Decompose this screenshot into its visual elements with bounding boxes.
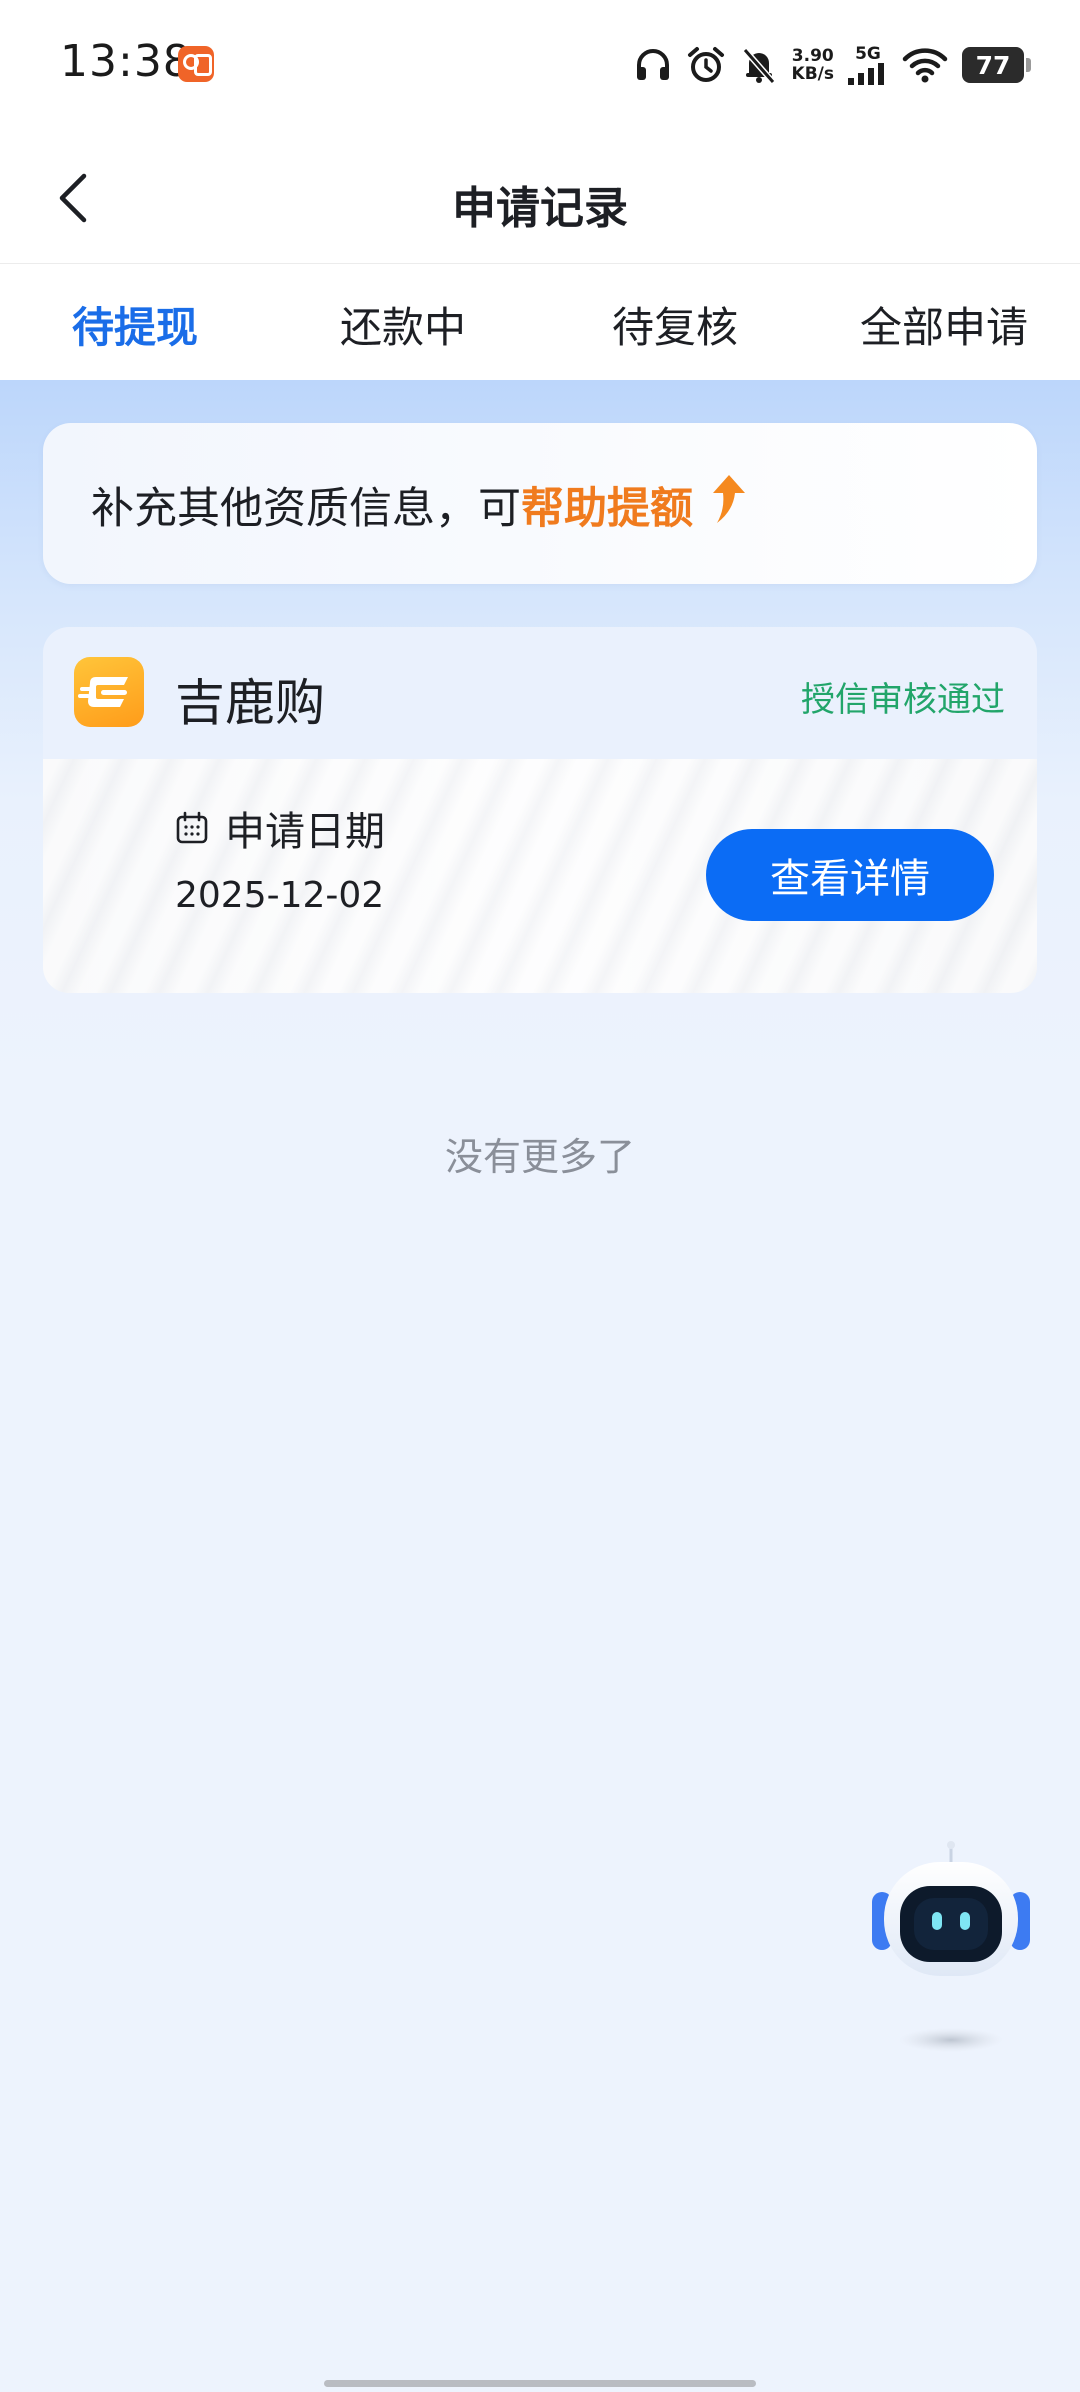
promo-highlight: 帮助提额 <box>521 483 693 534</box>
calendar-icon <box>176 811 208 844</box>
assistant-robot-button[interactable] <box>866 1836 1036 2056</box>
app-name: 吉鹿购 <box>175 674 325 732</box>
robot-icon <box>872 1841 1030 2052</box>
date-label-row: 申请日期 <box>175 799 385 857</box>
nav-header: 申请记录 <box>0 132 1080 264</box>
tab-repaying[interactable]: 还款中 <box>340 294 466 355</box>
network-speed: 3.90 KB/s <box>792 47 834 83</box>
network-speed-value: 3.90 <box>791 46 834 66</box>
page-title: 申请记录 <box>452 183 628 234</box>
promo-text-row: 补充其他资质信息，可 帮助提额 <box>91 473 747 536</box>
wifi-icon <box>902 46 948 84</box>
tab-all-applications[interactable]: 全部申请 <box>860 294 1028 355</box>
network-speed-unit: KB/s <box>791 64 834 84</box>
signal-bars-icon <box>848 63 884 85</box>
mute-bell-icon <box>740 45 778 85</box>
tab-pending-review[interactable]: 待复核 <box>612 294 738 355</box>
card-body: 申请日期 2025-12-02 查看详情 <box>43 759 1037 993</box>
status-bar: 13:38 3.90 KB/s 5G 77 <box>0 0 1080 132</box>
card-header: 吉鹿购 授信审核通过 <box>43 627 1037 759</box>
status-badge: 授信审核通过 <box>801 680 1005 720</box>
battery-icon: 77 <box>962 47 1031 83</box>
tab-bar: 待提现 还款中 待复核 全部申请 <box>0 264 1080 380</box>
signal-indicator: 5G <box>848 45 888 85</box>
status-icons: 3.90 KB/s 5G 77 <box>634 40 1031 90</box>
view-details-button[interactable]: 查看详情 <box>706 829 994 921</box>
alarm-icon <box>686 45 726 85</box>
home-indicator[interactable] <box>324 2380 756 2387</box>
app-logo <box>74 657 144 727</box>
application-record-card: 吉鹿购 授信审核通过 申请日期 2025-12-02 查看详情 <box>43 627 1037 993</box>
tab-pending-withdrawal[interactable]: 待提现 <box>72 294 198 355</box>
arrow-up-icon <box>703 473 747 536</box>
promo-text: 补充其他资质信息，可 <box>91 483 521 534</box>
notification-app-icon <box>178 46 214 82</box>
promo-banner[interactable]: 补充其他资质信息，可 帮助提额 <box>43 423 1037 584</box>
date-label: 申请日期 <box>225 809 385 855</box>
headphones-icon <box>634 46 672 84</box>
status-time: 13:38 <box>60 36 192 87</box>
list-end-text: 没有更多了 <box>444 1135 635 1179</box>
battery-level: 77 <box>975 50 1011 80</box>
network-type: 5G <box>855 44 881 64</box>
date-value: 2025-12-02 <box>175 875 385 916</box>
